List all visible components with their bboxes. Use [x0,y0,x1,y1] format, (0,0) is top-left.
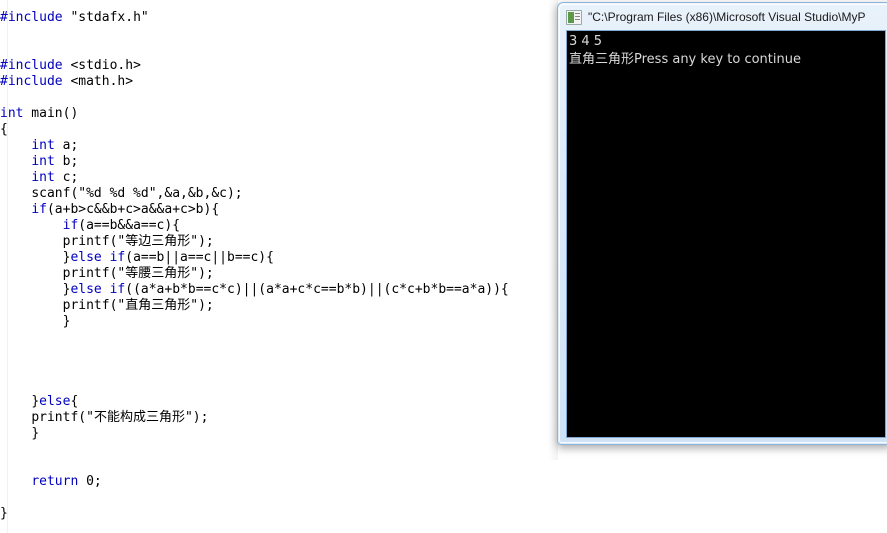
code-token: { [0,122,8,137]
code-token: ((a*a+b*b==c*c)||(a*a+c*c==b*b)||(c*c+b*… [125,282,509,297]
code-line: int a; [0,138,560,154]
code-line: }else{ [0,394,560,410]
code-line: } [0,426,560,442]
source-code-text[interactable]: #include "stdafx.h" #include <stdio.h> #i… [0,0,560,522]
code-token: <math.h> [62,74,134,89]
console-window-icon [566,9,582,25]
code-token: (a+b>c&&b+c>a&&a+c>b){ [46,202,220,217]
code-token: return [31,474,79,489]
code-token: } [0,506,8,521]
code-token: int [31,170,55,185]
code-token: b; [54,154,79,169]
code-token: <stdio.h> [62,58,141,73]
code-line: printf("等边三角形"); [0,234,560,250]
code-token: printf(" [62,234,126,249]
code-line: return 0; [0,474,560,490]
code-line: } [0,506,560,522]
code-token: #include [0,74,63,89]
console-window-titlebar[interactable]: "C:\Program Files (x86)\Microsoft Visual… [561,6,887,28]
code-token: } [31,394,40,409]
code-token: "); [190,234,214,249]
code-line: int c; [0,170,560,186]
code-token: scanf("%d %d %d",&a,&b,&c); [31,186,243,201]
code-line: printf("直角三角形"); [0,298,560,314]
code-token: 等边三角形 [125,234,191,249]
code-token: a; [54,138,79,153]
code-token: main() [23,106,79,121]
code-line: #include <stdio.h> [0,58,560,74]
code-line: if(a+b>c&&b+c>a&&a+c>b){ [0,202,560,218]
code-line: printf("不能构成三角形"); [0,410,560,426]
code-token: if [109,250,126,265]
code-line: scanf("%d %d %d",&a,&b,&c); [0,186,560,202]
console-output-line: 直角三角形Press any key to continue [569,52,801,67]
code-token: "); [184,410,209,425]
code-token: "); [190,266,214,281]
code-token: (a==b||a==c||b==c){ [125,250,274,265]
code-token: #include [0,58,63,73]
code-line: }else if((a*a+b*b==c*c)||(a*a+c*c==b*b)|… [0,282,560,298]
code-token: 不能构成三角形 [93,410,185,425]
code-token: int [0,106,24,121]
code-token: 0; [78,474,102,489]
console-window-title: "C:\Program Files (x86)\Microsoft Visual… [588,10,866,24]
console-output-window[interactable]: "C:\Program Files (x86)\Microsoft Visual… [557,2,887,445]
code-line: #include "stdafx.h" [0,10,560,26]
code-line: int b; [0,154,560,170]
code-token: if [109,282,126,297]
code-token: printf(" [62,298,126,313]
code-token: 直角三角形 [125,298,191,313]
console-output-text: 3 4 5 直角三角形Press any key to continue [567,31,885,69]
code-line: if(a==b&&a==c){ [0,218,560,234]
code-token: if [31,202,47,217]
code-line: } [0,314,560,330]
code-token: c; [54,170,79,185]
code-line: { [0,122,560,138]
code-token: } [31,426,40,441]
code-token: "stdafx.h" [62,10,149,25]
code-token: printf(" [62,266,126,281]
console-output-line: 3 4 5 [569,34,603,49]
code-token: (a==b&&a==c){ [78,218,181,233]
code-token: printf(" [31,410,94,425]
code-token: #include [0,10,63,25]
code-token: 等腰三角形 [125,266,191,281]
code-token: else [70,250,102,265]
code-token: else [70,282,102,297]
code-line: #include <math.h> [0,74,560,90]
code-token: "); [190,298,214,313]
code-line: printf("等腰三角形"); [0,266,560,282]
code-line: int main() [0,106,560,122]
code-token: else [39,394,71,409]
code-token: if [62,218,79,233]
code-token: int [31,138,55,153]
code-token: int [31,154,55,169]
code-token: } [62,314,71,329]
code-line: }else if(a==b||a==c||b==c){ [0,250,560,266]
code-token: { [70,394,79,409]
console-output-area[interactable]: 3 4 5 直角三角形Press any key to continue [567,31,885,437]
